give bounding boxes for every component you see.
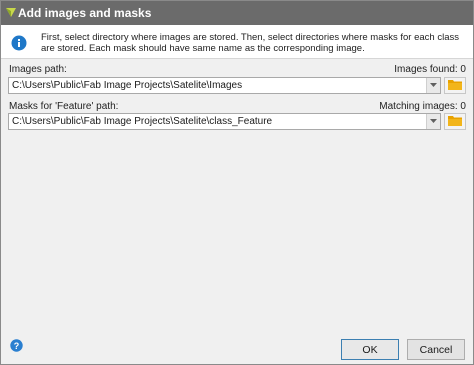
help-icon[interactable]: ?	[10, 339, 23, 352]
images-found-count: Images found: 0	[394, 64, 466, 75]
dialog-window: Add images and masks First, select direc…	[0, 0, 474, 365]
images-path-combo[interactable]: C:\Users\Public\Fab Image Projects\Satel…	[8, 77, 441, 94]
info-text: First, select directory where images are…	[41, 32, 459, 54]
svg-text:?: ?	[14, 341, 20, 351]
window-title: Add images and masks	[18, 6, 152, 20]
images-path-value[interactable]: C:\Users\Public\Fab Image Projects\Satel…	[9, 80, 426, 91]
browse-masks-button[interactable]	[444, 113, 466, 130]
images-path-label: Images path:	[9, 64, 67, 75]
chevron-down-icon[interactable]	[426, 78, 440, 93]
browse-images-button[interactable]	[444, 77, 466, 94]
matching-images-count: Matching images: 0	[379, 101, 466, 112]
info-panel: First, select directory where images are…	[1, 25, 473, 59]
app-logo-icon	[3, 5, 19, 21]
chevron-down-icon[interactable]	[426, 114, 440, 129]
info-icon	[11, 35, 27, 51]
masks-path-label: Masks for 'Feature' path:	[9, 101, 119, 112]
masks-path-value[interactable]: C:\Users\Public\Fab Image Projects\Satel…	[9, 116, 426, 127]
ok-button[interactable]: OK	[341, 339, 399, 360]
masks-path-combo[interactable]: C:\Users\Public\Fab Image Projects\Satel…	[8, 113, 441, 130]
folder-icon	[448, 115, 462, 129]
folder-icon	[448, 79, 462, 93]
title-bar[interactable]: Add images and masks	[1, 1, 473, 25]
cancel-button[interactable]: Cancel	[407, 339, 465, 360]
